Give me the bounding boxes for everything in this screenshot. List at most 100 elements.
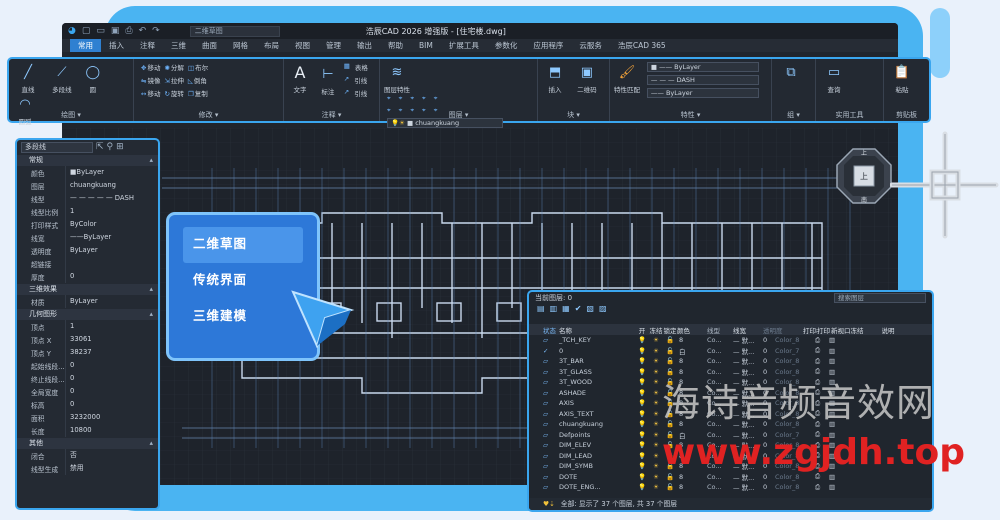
toggle-pickadd-icon[interactable]: ⊞ xyxy=(116,142,124,152)
group-tool[interactable]: ⧉ xyxy=(776,62,806,84)
paste-tool[interactable]: 📋 粘贴 xyxy=(888,62,916,95)
prop-row[interactable]: 长度 10800 xyxy=(17,424,158,437)
prop-value[interactable]: 1 xyxy=(65,320,158,333)
tab-annotate[interactable]: 注释 xyxy=(132,39,163,52)
layer-row[interactable]: ✓ 0 💡 ☀ 🔓 白 Co... — 默... 0 Color_7 ⎙ ▥ xyxy=(529,346,932,357)
query-tool[interactable]: ▭ 查询 xyxy=(820,62,848,95)
set-current-icon[interactable]: ✔ xyxy=(575,304,587,313)
prop-row[interactable]: 材质 ByLayer xyxy=(17,295,158,308)
new-file-icon[interactable]: ▢ xyxy=(82,26,91,36)
tab-bim[interactable]: BIM xyxy=(411,39,441,52)
prop-section-header[interactable]: 常规 xyxy=(17,155,158,166)
prop-row[interactable]: 标高 0 xyxy=(17,398,158,411)
prop-value[interactable]: 33061 xyxy=(65,333,158,346)
prop-row[interactable]: 透明度 ByLayer xyxy=(17,244,158,257)
layer-properties-tool[interactable]: ≋ 图层特性 xyxy=(384,62,410,95)
prop-row[interactable]: 顶点 X 33061 xyxy=(17,333,158,346)
layer-iso-icon[interactable]: ⌖ xyxy=(387,94,391,103)
layer-search-input[interactable]: 搜索图层 xyxy=(834,293,926,303)
modify-stretch-button[interactable]: ⇲拉伸 xyxy=(164,75,183,85)
layer-states-icon[interactable]: ▨ xyxy=(599,304,612,313)
modify-rotate-button[interactable]: ↻旋转 xyxy=(164,88,183,98)
prop-value[interactable]: 0 xyxy=(65,359,158,372)
layer-column-header[interactable]: 状态 xyxy=(529,325,559,335)
tab-home[interactable]: 常用 xyxy=(70,39,101,52)
prop-value[interactable]: ByLayer xyxy=(65,295,158,308)
prop-value[interactable]: ByLayer xyxy=(65,244,158,257)
prop-value[interactable]: 38237 xyxy=(65,346,158,359)
workspace-select[interactable]: 二维草图 xyxy=(189,25,280,37)
layer-column-header[interactable]: 透明度 xyxy=(763,325,803,335)
modify-move-button[interactable]: ✥移动 xyxy=(141,62,160,72)
tab-3d[interactable]: 三维 xyxy=(163,39,194,52)
leader-button[interactable]: ↗ 引线 xyxy=(344,75,368,85)
save-icon[interactable]: ▣ xyxy=(111,26,120,36)
tab-apps[interactable]: 应用程序 xyxy=(525,39,571,52)
tab-layout[interactable]: 布局 xyxy=(256,39,287,52)
tab-output[interactable]: 输出 xyxy=(349,39,380,52)
mode-2d-drafting[interactable]: 二维草图 xyxy=(183,227,303,263)
prop-section-header[interactable]: 几何图形 xyxy=(17,309,158,320)
prop-value[interactable]: 3232000 xyxy=(65,411,158,424)
app-logo-icon[interactable]: ◕ xyxy=(68,26,76,36)
layer-column-header[interactable]: 打印样式 xyxy=(803,325,817,335)
layer-column-header[interactable]: 冻结 xyxy=(649,325,663,335)
prop-row[interactable]: 全局宽度 0 xyxy=(17,385,158,398)
prop-row[interactable]: 图层 chuangkuang xyxy=(17,179,158,192)
modify-boolean-button[interactable]: ◫布尔 xyxy=(188,62,208,72)
prop-value[interactable]: 1 xyxy=(65,205,158,218)
insert-block-tool[interactable]: ⬒ 插入 xyxy=(542,62,568,95)
new-layer-icon[interactable]: ▤ xyxy=(537,304,550,313)
layer-freeze-icon[interactable]: ⌖ xyxy=(410,94,414,103)
match-properties-tool[interactable]: 🖌 特性匹配 xyxy=(614,62,640,95)
lineweight-combo[interactable]: —— ByLayer xyxy=(646,88,759,98)
layer-column-header[interactable]: 颜色 xyxy=(677,325,707,335)
layer-column-header[interactable]: 线宽 xyxy=(733,325,763,335)
qrcode-tool[interactable]: ▣ 二维码 xyxy=(572,62,602,95)
modify-move2-button[interactable]: ↔移动 xyxy=(141,88,160,98)
layer-column-header[interactable]: 打印 xyxy=(817,325,831,335)
modify-chamfer-button[interactable]: ◺倒角 xyxy=(188,75,207,85)
circle-tool[interactable]: ◯ 圆 xyxy=(81,62,105,95)
prop-section-header[interactable]: 其他 xyxy=(17,438,158,449)
modify-explode-button[interactable]: ✺分解 xyxy=(164,62,183,72)
layer-row[interactable]: ▱ 3T_BAR 💡 ☀ 🔓 8 Co... — 默... 0 Color_8 ⎙ ▥ xyxy=(529,356,932,367)
layer-match-icon[interactable]: ⌖ xyxy=(434,94,438,103)
quick-select-icon[interactable]: ⚲ xyxy=(107,142,114,152)
tab-surface[interactable]: 曲面 xyxy=(194,39,225,52)
layer-column-header[interactable]: 名称 xyxy=(559,325,635,335)
undo-icon[interactable]: ↶ xyxy=(139,26,147,36)
tab-cloud[interactable]: 云服务 xyxy=(571,39,610,52)
prop-value[interactable]: ■ByLayer xyxy=(65,166,158,179)
prop-value[interactable]: — — — — — DASH xyxy=(65,192,158,205)
layer-off-icon[interactable]: ⌖ xyxy=(399,94,403,103)
object-type-select[interactable]: 多段线 xyxy=(21,141,93,153)
view-cube[interactable]: 上 上 南 xyxy=(835,147,893,205)
prop-value[interactable]: 0 xyxy=(65,270,158,283)
prop-row[interactable]: 终止线段... 0 xyxy=(17,372,158,385)
select-objects-icon[interactable]: ⇱ xyxy=(96,142,104,152)
layer-lock-icon[interactable]: ⌖ xyxy=(422,94,426,103)
line-tool[interactable]: ╱ 直线 xyxy=(13,62,43,95)
polyline-tool[interactable]: ⟋ 多段线 xyxy=(47,62,77,95)
prop-row[interactable]: 顶点 1 xyxy=(17,320,158,333)
layer-row[interactable]: ▱ DOTE 💡 ☀ 🔓 8 Co... — 默... 0 Color_8 ⎙ ▥ xyxy=(529,472,932,483)
delete-layer-icon[interactable]: ▦ xyxy=(562,304,575,313)
prop-row[interactable]: 线型生成 禁用 xyxy=(17,462,158,475)
redo-icon[interactable]: ↷ xyxy=(152,26,160,36)
tab-manage[interactable]: 管理 xyxy=(318,39,349,52)
prop-value[interactable]: ByColor xyxy=(65,218,158,231)
view-cube-south[interactable]: 南 xyxy=(861,196,867,204)
linetype-combo[interactable]: — — — DASH xyxy=(646,75,759,85)
prop-row[interactable]: 厚度 0 xyxy=(17,270,158,283)
layer-column-header[interactable]: 新视口冻结 xyxy=(831,325,882,335)
dimension-tool[interactable]: ⊢ 标注 xyxy=(316,64,340,97)
color-combo[interactable]: ■ —— ByLayer xyxy=(646,62,759,72)
view-cube-face[interactable]: 上 xyxy=(860,172,868,181)
prop-value[interactable]: 0 xyxy=(65,372,158,385)
tab-insert[interactable]: 插入 xyxy=(101,39,132,52)
prop-row[interactable]: 顶点 Y 38237 xyxy=(17,346,158,359)
tab-parametric[interactable]: 参数化 xyxy=(487,39,526,52)
prop-row[interactable]: 线型 — — — — — DASH xyxy=(17,192,158,205)
prop-section-header[interactable]: 三维效果 xyxy=(17,284,158,295)
